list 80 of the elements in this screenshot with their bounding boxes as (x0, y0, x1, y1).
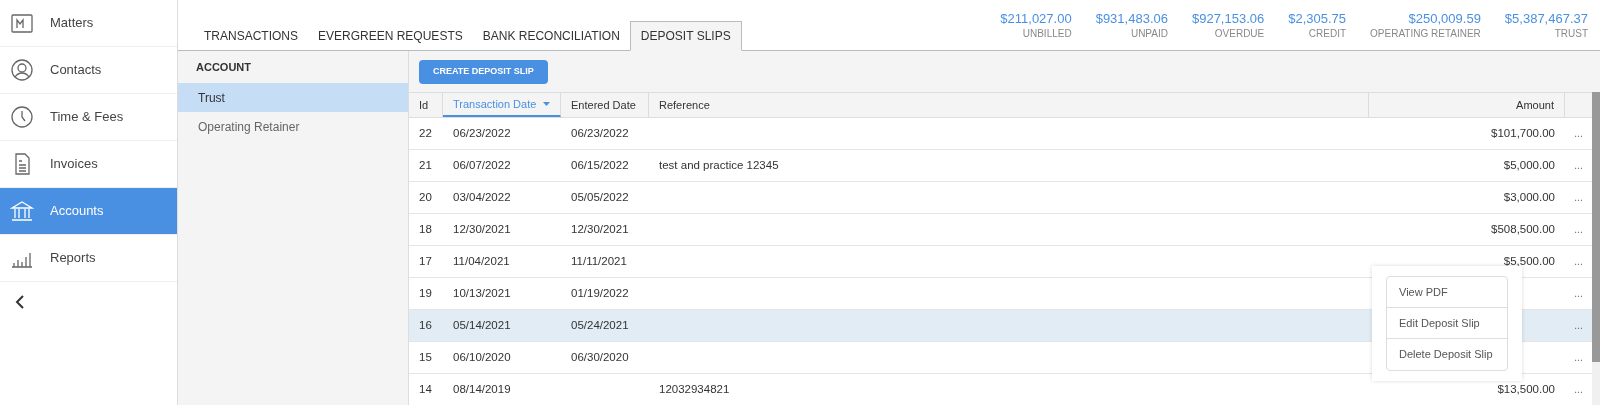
row-menu-button[interactable]: ... (1565, 286, 1592, 301)
reference-cell-text: test and practice 12345 (658, 157, 780, 173)
id-cell-text: 15 (418, 349, 433, 365)
column-header[interactable]: Reference (649, 93, 1369, 117)
date-cell-text: 10/13/2021 (452, 285, 512, 301)
date-cell-text: 03/04/2022 (452, 189, 512, 205)
row-menu-button[interactable]: ... (1565, 318, 1592, 333)
row-menu-button[interactable]: ... (1565, 254, 1592, 269)
total-amount: $927,153.06 (1191, 11, 1265, 28)
person-icon (10, 58, 34, 82)
id-cell-text: 18 (418, 221, 433, 237)
date-cell-text: 06/23/2022 (452, 125, 512, 141)
nav-item[interactable]: Time & Fees (0, 94, 177, 141)
row-menu-button[interactable]: ... (1565, 190, 1592, 205)
row-menu-button[interactable]: ... (1565, 222, 1592, 237)
tab[interactable]: BANK RECONCILIATION (472, 21, 630, 51)
column-header[interactable]: Amount (1369, 93, 1565, 117)
amount-cell-text: $5,500.00 (1502, 253, 1556, 269)
date-cell-text: 06/15/2022 (570, 157, 630, 173)
tab[interactable]: EVERGREEN REQUESTS (308, 21, 473, 51)
date-cell-text: 05/05/2022 (570, 189, 630, 205)
row-menu-button[interactable]: ... (1565, 382, 1592, 397)
folder-icon (10, 11, 34, 35)
date-cell-text: 06/23/2022 (570, 125, 630, 141)
date-cell-text: 01/19/2022 (570, 285, 630, 301)
menu-item[interactable]: View PDF (1387, 277, 1507, 308)
total-label: OPERATING RETAINER (1370, 27, 1481, 40)
nav-item[interactable]: Reports (0, 235, 177, 282)
sort-down-icon (543, 102, 550, 106)
scrollbar[interactable] (1592, 92, 1600, 405)
id-cell-text: 14 (418, 381, 433, 397)
amount-cell-text: $5,000.00 (1502, 157, 1556, 173)
row-menu-button[interactable]: ... (1565, 350, 1592, 365)
total-label: CREDIT (1308, 27, 1347, 40)
date-cell-text: 11/11/2021 (570, 253, 628, 269)
date-cell-text: 05/24/2021 (570, 317, 630, 333)
date-cell-text: 06/07/2022 (452, 157, 512, 173)
date-cell-text: 11/04/2021 (452, 253, 511, 269)
tab[interactable]: DEPOSIT SLIPS (629, 21, 742, 51)
account-item[interactable]: Trust (178, 83, 408, 112)
total-label: TRUST (1554, 27, 1588, 40)
id-cell-text: 21 (418, 157, 433, 173)
total-label: UNPAID (1130, 27, 1168, 40)
id-cell-text: 17 (418, 253, 433, 269)
column-header[interactable]: Id (409, 93, 443, 117)
amount-cell-text: $13,500.00 (1496, 381, 1556, 397)
date-cell-text: 06/30/2020 (570, 349, 630, 365)
total-amount: $2,305.75 (1288, 11, 1347, 28)
id-cell-text: 16 (418, 317, 433, 333)
amount-cell-text: $508,500.00 (1490, 221, 1556, 237)
account-item[interactable]: Operating Retainer (178, 112, 408, 141)
date-cell-text: 08/14/2019 (452, 381, 512, 397)
chevron-left-icon (14, 294, 26, 310)
row-menu-button[interactable]: ... (1565, 126, 1592, 141)
date-cell-text: 12/30/2021 (452, 221, 512, 237)
column-header[interactable]: Entered Date (561, 93, 649, 117)
reference-cell-text: 12032934821 (658, 381, 731, 397)
date-cell-text: 06/10/2020 (452, 349, 512, 365)
total-amount: $211,027.00 (1000, 11, 1072, 28)
tab[interactable]: TRANSACTIONS (194, 21, 308, 51)
date-cell-text: 12/30/2021 (570, 221, 630, 237)
amount-cell-text: $101,700.00 (1490, 125, 1556, 141)
amount-cell-text: $3,000.00 (1502, 189, 1556, 205)
id-cell-text: 20 (418, 189, 433, 205)
total-label: OVERDUE (1214, 27, 1265, 40)
nav-item[interactable]: Matters (0, 0, 177, 47)
clock-icon (10, 105, 34, 129)
nav-item[interactable]: Contacts (0, 47, 177, 94)
panel-heading: ACCOUNT (195, 59, 252, 75)
total-label: UNBILLED (1022, 27, 1072, 40)
date-cell-text: 05/14/2021 (452, 317, 512, 333)
id-cell-text: 19 (418, 285, 433, 301)
row-menu-button[interactable]: ... (1565, 158, 1592, 173)
bank-icon (10, 199, 34, 223)
id-cell-text: 22 (418, 125, 433, 141)
menu-item[interactable]: Edit Deposit Slip (1387, 308, 1507, 339)
menu-item[interactable]: Delete Deposit Slip (1387, 339, 1507, 370)
total-amount: $931,483.06 (1095, 11, 1168, 28)
total-amount: $250,009.59 (1408, 11, 1481, 28)
total-amount: $5,387,467.37 (1504, 11, 1588, 28)
